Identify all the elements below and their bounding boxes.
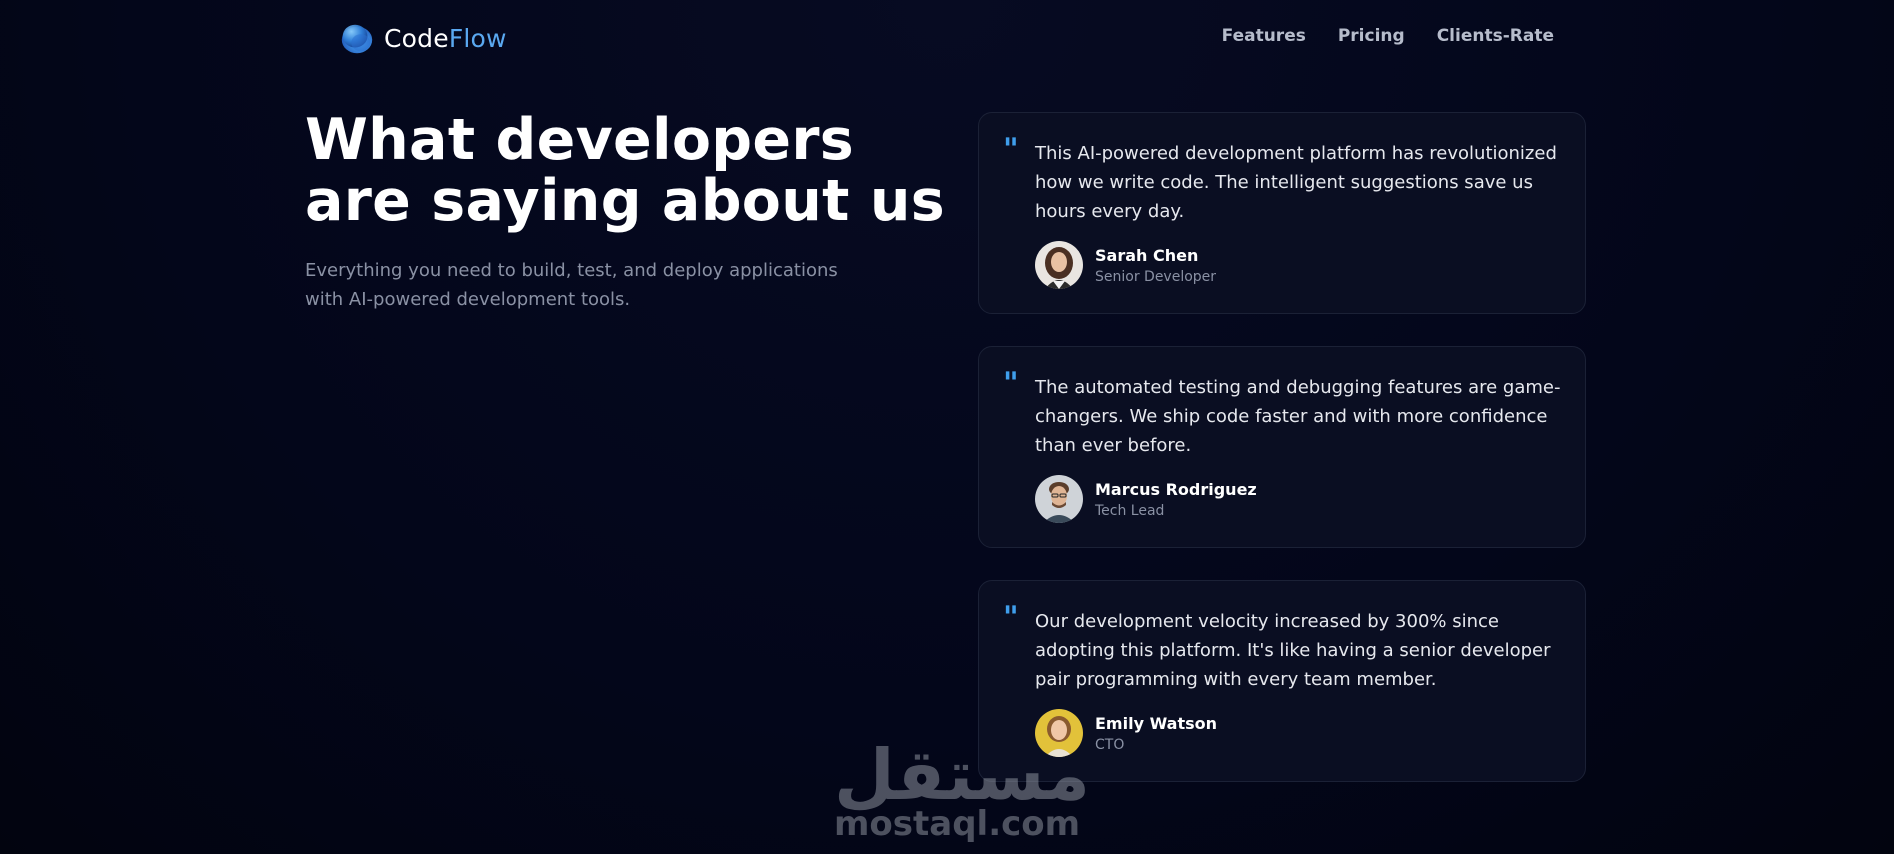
quote-icon: " xyxy=(1003,366,1019,401)
author-role: Tech Lead xyxy=(1095,502,1165,519)
testimonial-author: Sarah Chen Senior Developer xyxy=(1035,241,1216,289)
author-name: Marcus Rodriguez xyxy=(1095,479,1257,499)
author-role: CTO xyxy=(1095,736,1125,753)
author-role: Senior Developer xyxy=(1095,268,1217,285)
testimonial-quote: Our development velocity increased by 30… xyxy=(1035,611,1551,690)
testimonials-page: CodeFlow Features Pricing Clients-Rate W… xyxy=(0,0,1894,854)
nav-link-pricing[interactable]: Pricing xyxy=(1338,26,1405,46)
top-nav: CodeFlow Features Pricing Clients-Rate xyxy=(0,0,1894,76)
author-name: Emily Watson xyxy=(1095,713,1217,733)
watermark-arabic: مستقل xyxy=(834,734,1091,816)
testimonial-card: " This AI-powered development platform h… xyxy=(978,112,1586,314)
page-subtitle: Everything you need to build, test, and … xyxy=(305,260,838,310)
blue-orb-icon xyxy=(341,24,373,54)
author-info: Sarah Chen Senior Developer xyxy=(1095,246,1216,285)
watermark: مستقل mostaql.com xyxy=(834,734,1091,844)
brand-name: CodeFlow xyxy=(384,23,507,53)
author-info: Marcus Rodriguez Tech Lead xyxy=(1095,480,1257,519)
author-info: Emily Watson CTO xyxy=(1095,714,1217,753)
avatar-man-icon xyxy=(1035,475,1083,523)
brand-link[interactable]: CodeFlow xyxy=(338,19,507,57)
testimonial-list: " This AI-powered development platform h… xyxy=(978,112,1586,814)
testimonial-quote: This AI-powered development platform has… xyxy=(1035,143,1557,222)
quote-icon: " xyxy=(1003,132,1019,167)
nav-link-features[interactable]: Features xyxy=(1222,26,1306,46)
testimonial-card: " The automated testing and debugging fe… xyxy=(978,346,1586,548)
testimonial-author: Marcus Rodriguez Tech Lead xyxy=(1035,475,1257,523)
author-name: Sarah Chen xyxy=(1095,245,1199,265)
quote-icon: " xyxy=(1003,600,1019,635)
testimonial-quote: The automated testing and debugging feat… xyxy=(1035,377,1561,456)
watermark-latin: mostaql.com xyxy=(834,804,1081,844)
nav-link-clients-rate[interactable]: Clients-Rate xyxy=(1437,26,1554,46)
nav-links: Features Pricing Clients-Rate xyxy=(1222,26,1554,46)
avatar-woman-icon xyxy=(1035,241,1083,289)
page-title: What developers are saying about us xyxy=(305,107,945,234)
